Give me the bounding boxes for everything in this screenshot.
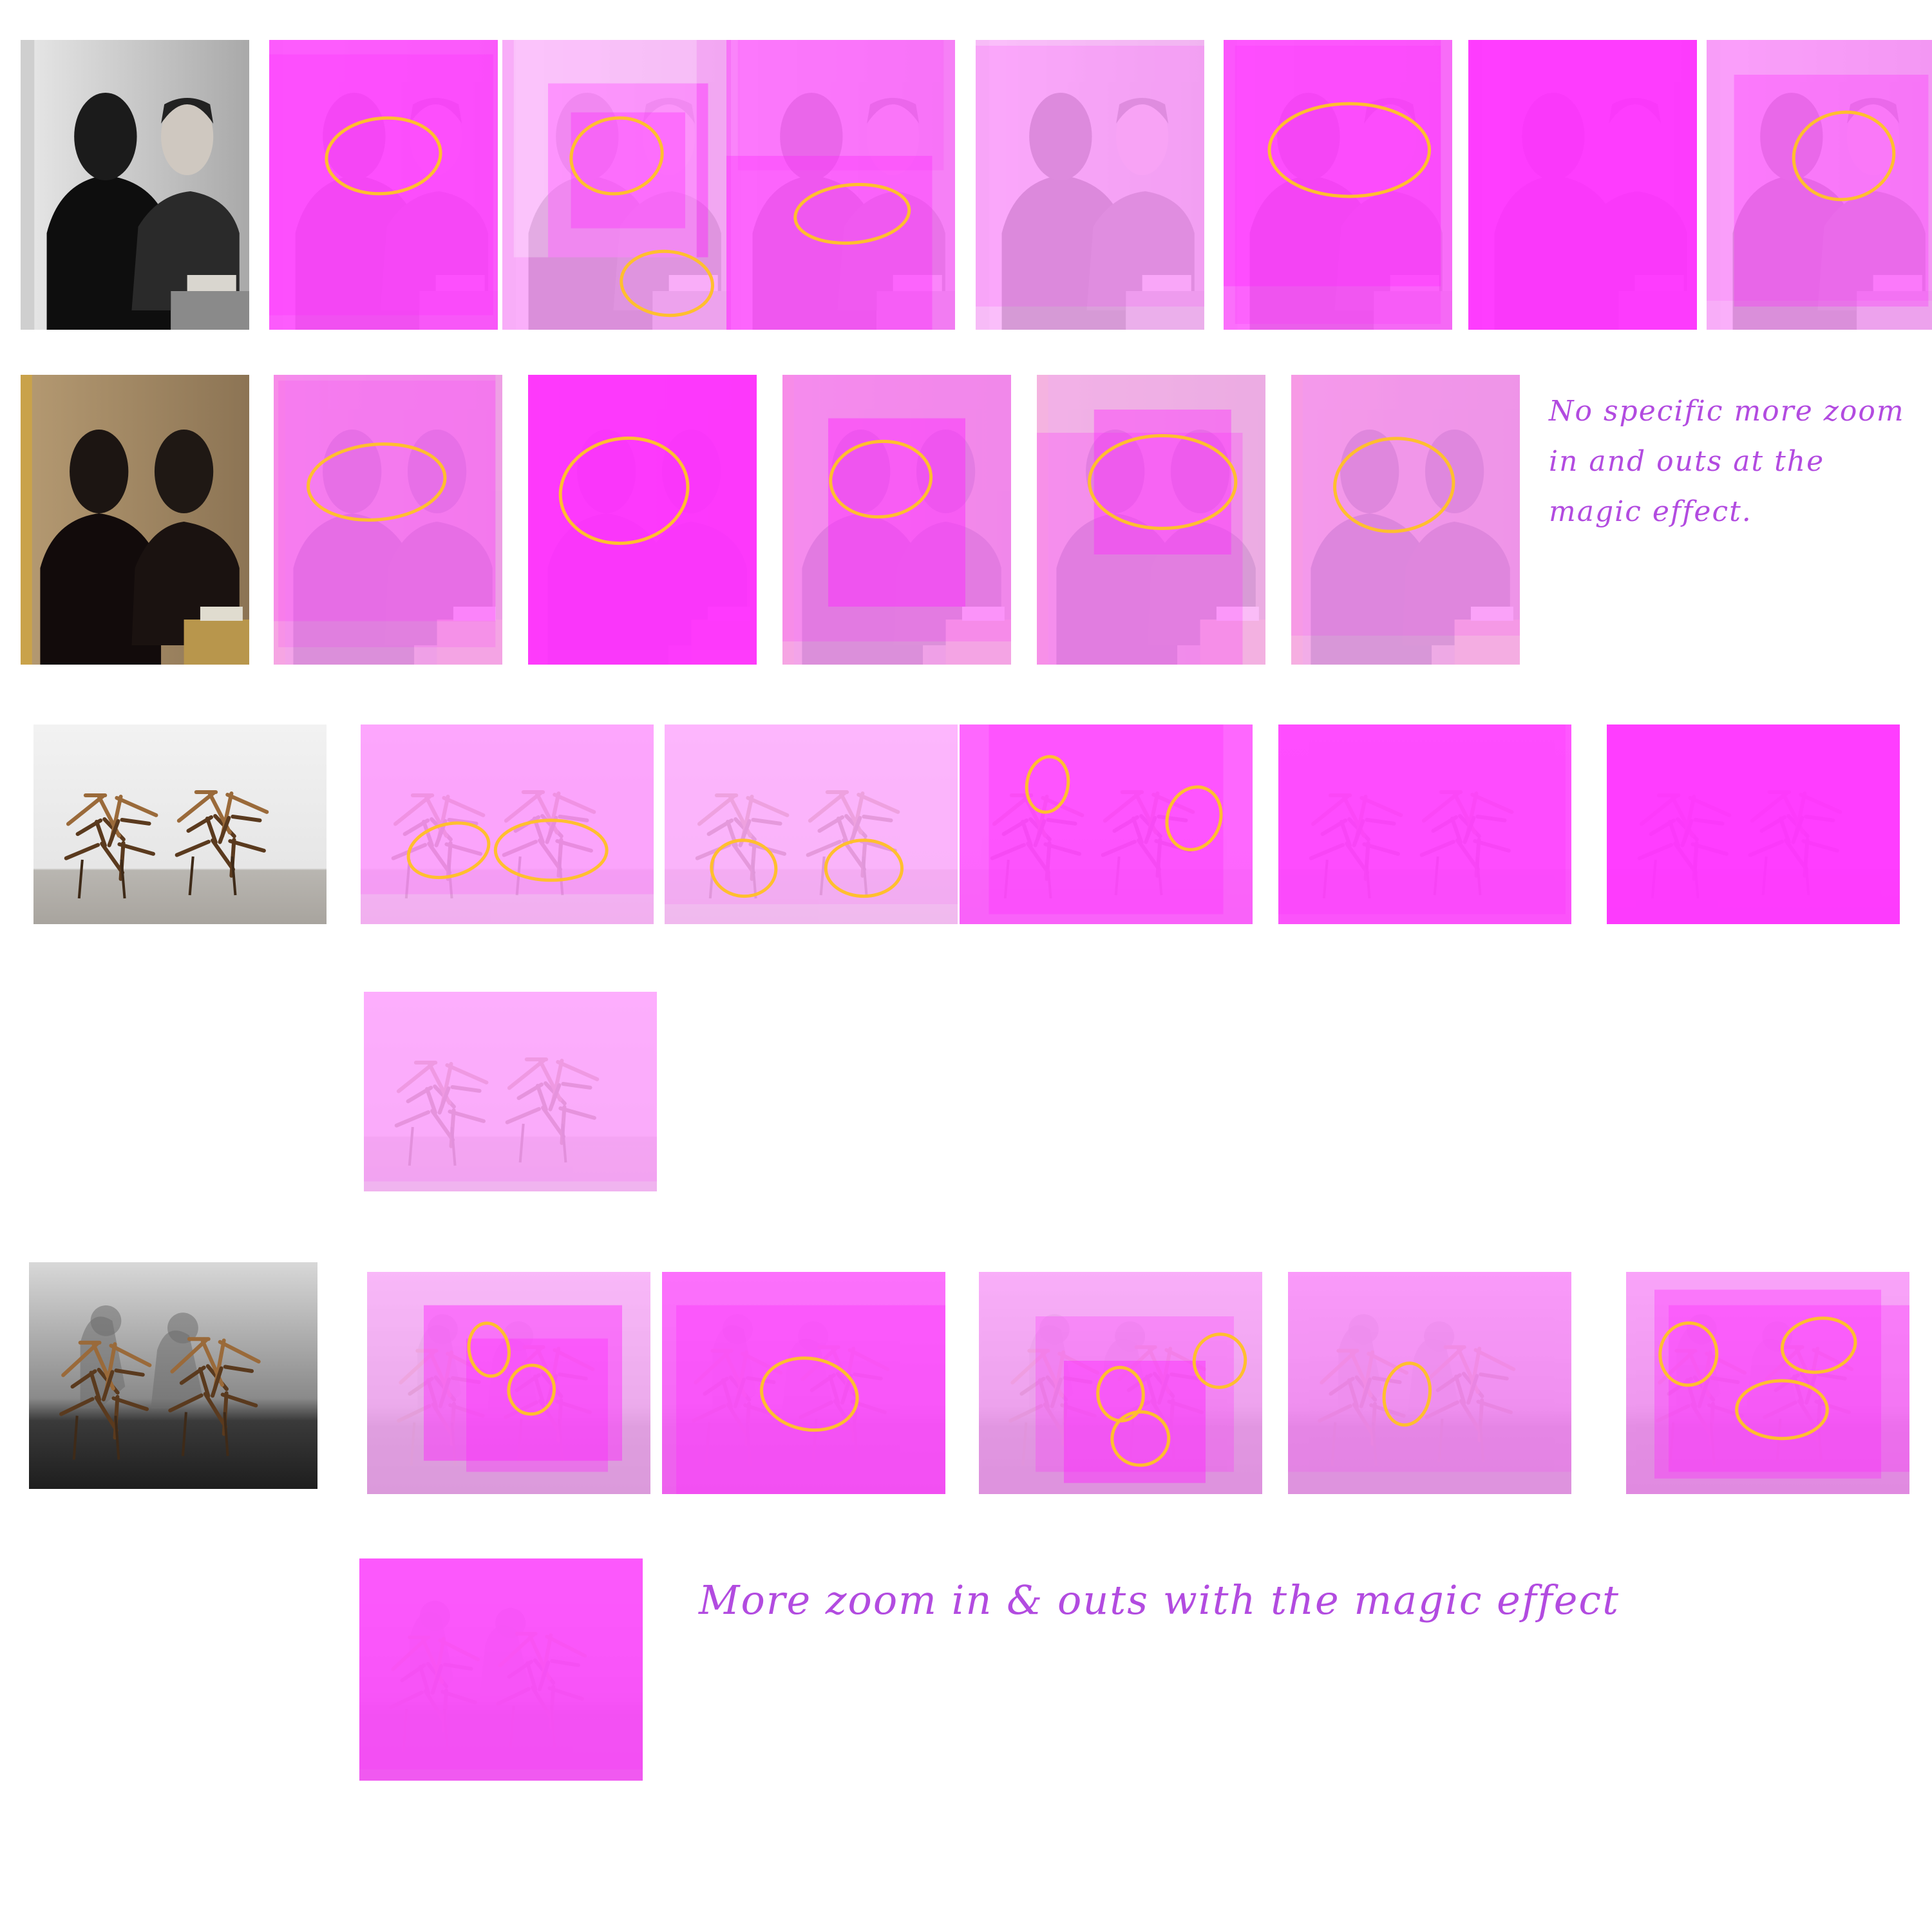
frame-row3-4 [1278,724,1571,924]
frame-row2-5 [1291,375,1520,665]
zoom-layer [976,46,1204,307]
frame-row3-3 [960,724,1253,924]
zoom-layer [1288,1272,1571,1472]
zoom-layer [1235,46,1441,324]
frame-row3-2 [665,724,958,924]
frame-row1-2 [502,40,731,330]
reference-photo-row3 [33,724,327,924]
frame-row2-1 [274,375,502,665]
zoom-layer [528,375,757,650]
zoom-layer [1037,433,1243,665]
frame-row4-3 [979,1272,1262,1494]
frame-row4-2 [662,1272,945,1494]
zoom-layer [989,724,1224,914]
frame-row1-7 [1707,40,1932,330]
zoom-layer [269,54,493,316]
frame-row1-5 [1224,40,1452,330]
frame-row4-4 [1288,1272,1571,1494]
frame-row4-5 [1626,1272,1909,1494]
frame-row2-2 [528,375,757,665]
zoom-layer [737,40,944,171]
frame-row2-4 [1037,375,1265,665]
frame-row4-6 [359,1558,643,1781]
zoom-layer [676,1305,945,1494]
row2-annotation: No specific more zoom in and outs at the… [1549,395,1905,528]
storyboard-canvas [21,40,1932,1781]
zoom-layer [782,375,1011,641]
frame-row1-3 [726,40,955,330]
magenta-overlay [1468,40,1697,330]
frame-row1-4 [976,40,1204,330]
frame-row3-6 [364,992,657,1191]
reference-photo-row4 [29,1262,317,1489]
frame-row3-5 [1607,724,1900,924]
frame-row1-1 [269,40,498,330]
magenta-overlay [1607,724,1900,924]
zoom-layer [1291,375,1520,636]
zoom-layer [364,992,657,1182]
frame-row2-3 [782,375,1011,665]
zoom-layer [1707,40,1932,301]
frame-row4-1 [367,1272,650,1494]
zoom-layer [359,1558,643,1770]
zoom-layer [1278,724,1566,914]
frame-row3-1 [361,724,654,924]
reference-photo-row1 [21,40,249,330]
frame-row1-6 [1468,40,1697,330]
zoom-layer [665,724,958,904]
zoom-layer [466,1338,608,1472]
reference-photo-row2 [21,375,249,665]
row5-annotation: More zoom in & outs with the magic effec… [699,1577,1620,1624]
zoom-layer [278,381,496,647]
